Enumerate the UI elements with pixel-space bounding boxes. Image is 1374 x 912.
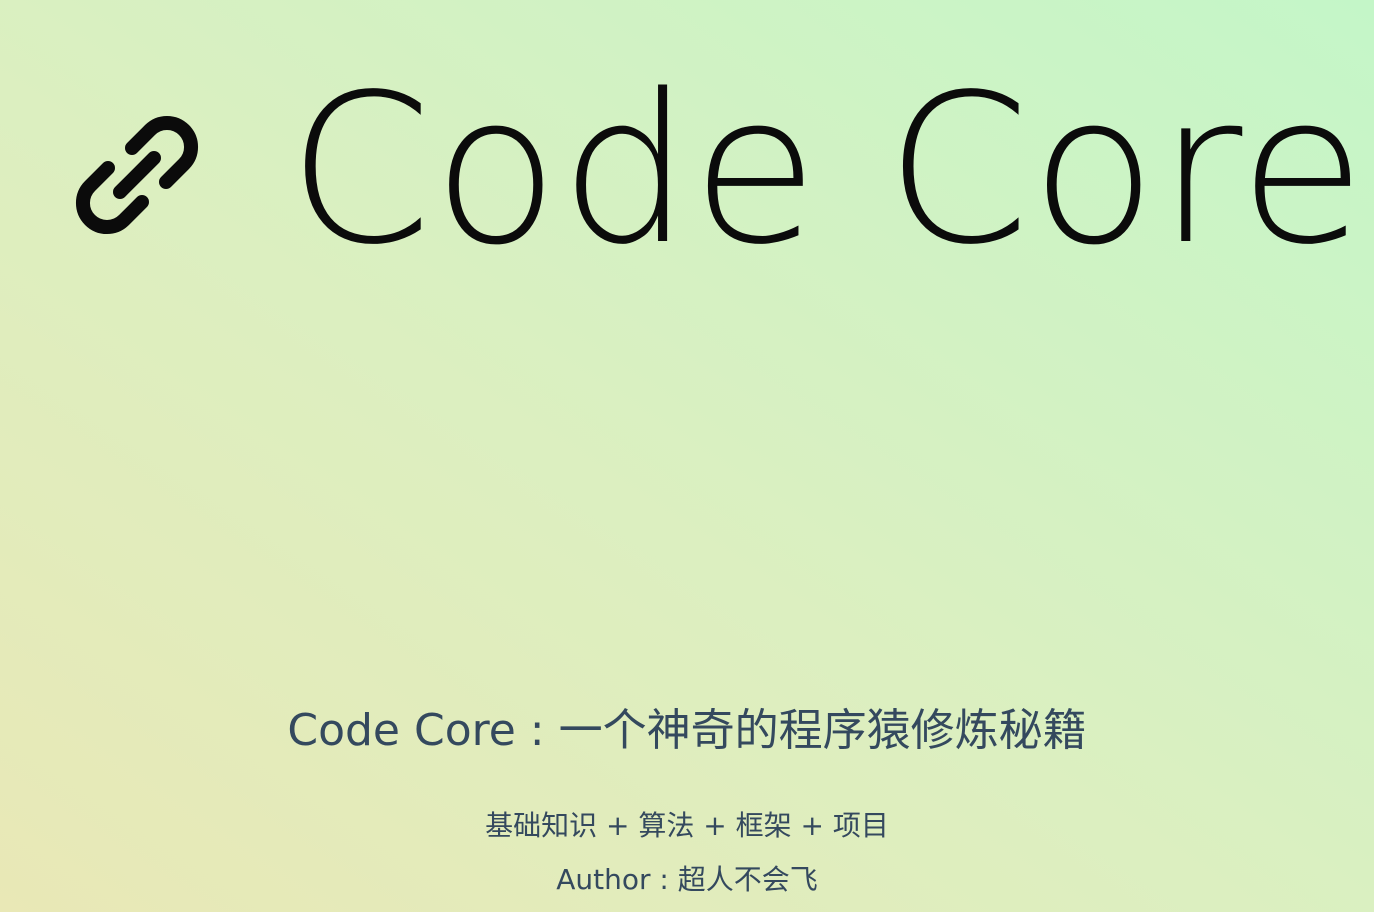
title-anchor-link[interactable] bbox=[72, 110, 202, 240]
cover-tagline: Code Core : 一个神奇的程序猿修炼秘籍 bbox=[287, 705, 1087, 756]
page-title: Code Core bbox=[288, 50, 1367, 290]
cover-author: Author : 超人不会飞 bbox=[556, 863, 818, 896]
link-icon bbox=[72, 110, 202, 240]
cover-page: Code Core Code Core : 一个神奇的程序猿修炼秘籍 基础知识 … bbox=[0, 0, 1374, 912]
cover-topics: 基础知识 + 算法 + 框架 + 项目 bbox=[485, 809, 889, 842]
cover-title: Code Core bbox=[72, 50, 1367, 290]
